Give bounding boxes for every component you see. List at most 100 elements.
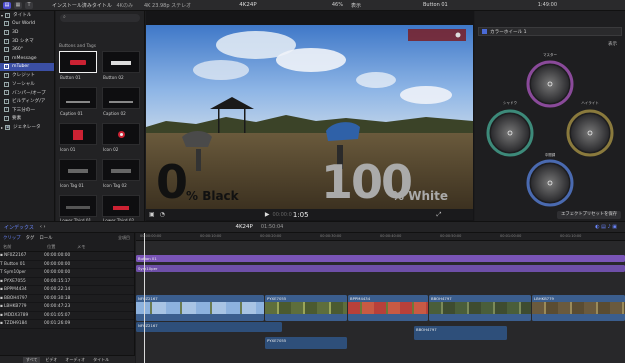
sidebar-item[interactable]: T バンパー/オープ — [0, 88, 54, 97]
sidebar-item-generators[interactable]: ▸ ▣ ジェネレータ — [0, 123, 54, 132]
button-preview-icon — [111, 61, 131, 65]
video-clip[interactable]: NF0Z2167 — [136, 295, 264, 321]
master-wheel[interactable] — [526, 60, 574, 108]
library-browser-button[interactable]: ▤ — [3, 1, 11, 9]
row-name: Sym10per — [4, 270, 27, 276]
sidebar-item[interactable]: T クレジット — [0, 71, 54, 80]
video-clip[interactable]: PYXE7055 — [265, 295, 347, 321]
table-row[interactable]: T Button 01 00:00:00:00 — [0, 261, 134, 269]
timeline[interactable]: 00:00:00:00 00:00:10:00 00:00:20:00 00:0… — [136, 233, 625, 363]
sidebar-item[interactable]: T 下三分の一 — [0, 106, 54, 115]
table-row[interactable]: T Sym10per 00:00:00:00 — [0, 269, 134, 278]
audio-clip[interactable]: NF0Z2167 — [136, 322, 282, 332]
video-frame[interactable]: 0 % Black 100 % White — [146, 25, 473, 209]
row-name: BPPM4434 — [4, 287, 27, 293]
transform-icon[interactable]: ▣ — [149, 211, 155, 218]
zoom-level[interactable]: 46% — [288, 2, 343, 8]
tile-label: Icon Tag 01 — [60, 183, 84, 188]
title-thumbnail[interactable] — [59, 87, 97, 109]
color-inspector: カラーホイール 1 表示 マスター シャドウ ハイライト 中間調 エフェクトプリ… — [475, 11, 625, 221]
filter-all[interactable]: すべて — [22, 356, 41, 363]
disclosure-triangle-icon[interactable]: ▾ — [1, 13, 3, 18]
video-clip[interactable]: BBOH4797 — [429, 295, 531, 321]
tile-label: Button 02 — [103, 75, 124, 80]
sidebar-item[interactable]: T 3D シネマ — [0, 37, 54, 46]
title-thumbnail[interactable] — [102, 123, 140, 145]
title-thumbnail[interactable] — [59, 195, 97, 217]
timeline-ruler[interactable]: 00:00:00:00 00:00:10:00 00:00:20:00 00:0… — [136, 233, 625, 241]
title-folder-icon: T — [4, 29, 9, 35]
table-row[interactable]: ▪ PYXE7055 00:00:15:17 — [0, 278, 134, 286]
title-clip[interactable]: Sym10per — [136, 265, 625, 272]
ruler-tick: 00:00:20:00 — [260, 234, 282, 238]
row-name: Button 01 — [4, 261, 26, 267]
sidebar-item[interactable]: T 要素 — [0, 114, 54, 123]
index-button[interactable]: インデックス — [4, 224, 34, 231]
sidebar-item[interactable]: T ソーシャル — [0, 80, 54, 89]
shadows-wheel[interactable] — [486, 109, 534, 157]
timeline-history-icon[interactable]: ‹ › — [40, 224, 46, 230]
photos-browser-button[interactable]: ▦ — [14, 1, 22, 9]
index-tabs: クリップ タグ ロール 全項目 — [0, 233, 134, 243]
title-thumbnail[interactable] — [102, 195, 140, 217]
color-wheels[interactable] — [475, 11, 625, 221]
tab-clips[interactable]: クリップ — [3, 235, 21, 241]
title-thumbnail[interactable] — [59, 51, 97, 73]
column-position[interactable]: 位置 — [47, 244, 77, 250]
midtones-wheel[interactable] — [526, 159, 574, 207]
table-row[interactable]: ▪ TZDH9184 00:01:26:09 — [0, 320, 134, 329]
filter-titles[interactable]: タイトル — [90, 357, 112, 363]
sidebar-root[interactable]: ▾ T タイトル — [0, 11, 54, 20]
play-icon[interactable]: ▶ — [265, 211, 270, 218]
table-row[interactable]: ▪ MDDX3789 00:01:05:07 — [0, 312, 134, 320]
fullscreen-icon[interactable]: ⤢ — [437, 211, 442, 219]
title-thumbnail[interactable] — [102, 87, 140, 109]
sidebar-item[interactable]: TmMessage — [0, 54, 54, 63]
search-icon: ⌕ — [63, 14, 66, 20]
title-clip[interactable]: Button 01 — [136, 255, 625, 262]
video-clip[interactable]: BPPM4434 — [348, 295, 428, 321]
overlay-number-black: 0 — [156, 155, 189, 209]
title-thumbnail[interactable] — [102, 159, 140, 181]
timeline-header: インデックス ‹ › 4K24P 01:50:04 ◐ ▤ ♪ ▣ — [0, 221, 625, 233]
top-toolbar: ▤ ▦ T インストール済みタイトル 4Kのみ 4K 23.98p ステレオ 4… — [0, 0, 625, 11]
timeline-tools-icon[interactable]: ◐ ▤ ♪ ▣ — [595, 224, 617, 230]
table-row[interactable]: ▪ NF0Z2167 00:00:00:00 — [0, 252, 134, 261]
row-position: 00:01:05:07 — [44, 312, 71, 318]
column-name[interactable]: 名前 — [3, 244, 47, 250]
title-thumbnail[interactable] — [102, 51, 140, 73]
tab-roles[interactable]: ロール — [39, 235, 52, 241]
table-row[interactable]: ▪ LBHKB779 00:00:47:23 — [0, 303, 134, 312]
row-name: TZDH9184 — [4, 321, 28, 327]
timeline-index: クリップ タグ ロール 全項目 名前 位置 メモ ▪ NF0Z2167 00:00:… — [0, 233, 135, 363]
column-notes[interactable]: メモ — [77, 244, 85, 250]
video-clip[interactable]: LBHKB779 — [532, 295, 625, 321]
sidebar-item[interactable]: T ビルディング/ア — [0, 97, 54, 106]
table-row[interactable]: ▪ BPPM4434 00:00:22:14 — [0, 286, 134, 295]
audio-clip[interactable]: BBOH4797 — [414, 326, 507, 340]
highlights-wheel[interactable] — [566, 109, 614, 157]
title-thumbnail[interactable] — [59, 159, 97, 181]
ruler-tick: 00:01:00:00 — [500, 234, 522, 238]
resolution-badge[interactable]: 4Kのみ — [117, 3, 133, 9]
speed-icon[interactable]: ◔ — [160, 211, 165, 218]
titles-browser-button[interactable]: T — [25, 1, 33, 9]
tab-tags[interactable]: タグ — [26, 235, 35, 241]
lower-third-preview-icon — [66, 206, 90, 209]
title-thumbnail[interactable] — [59, 123, 97, 145]
filter-audio[interactable]: オーディオ — [62, 357, 88, 363]
table-row[interactable]: ▪ BBOH4797 00:00:30:18 — [0, 295, 134, 303]
playhead[interactable] — [144, 233, 145, 363]
view-menu[interactable]: 表示 — [343, 2, 363, 9]
disclosure-triangle-icon[interactable]: ▸ — [1, 125, 3, 130]
save-preset-button[interactable]: エフェクトプリセットを保存 — [557, 211, 621, 219]
sidebar-item-selected[interactable]: TmTuber — [0, 62, 54, 72]
sidebar-item[interactable]: T 3D — [0, 28, 54, 37]
sidebar-item[interactable]: T Our World — [0, 20, 54, 29]
viewer-timecode[interactable]: 1:05 — [293, 211, 309, 219]
sidebar-item[interactable]: T 360° — [0, 45, 54, 54]
filter-video[interactable]: ビデオ — [42, 357, 60, 363]
search-field[interactable]: ⌕ — [60, 14, 140, 22]
audio-clip[interactable]: PYXE7055 — [265, 337, 347, 349]
all-items-label[interactable]: 全項目 — [118, 235, 130, 241]
